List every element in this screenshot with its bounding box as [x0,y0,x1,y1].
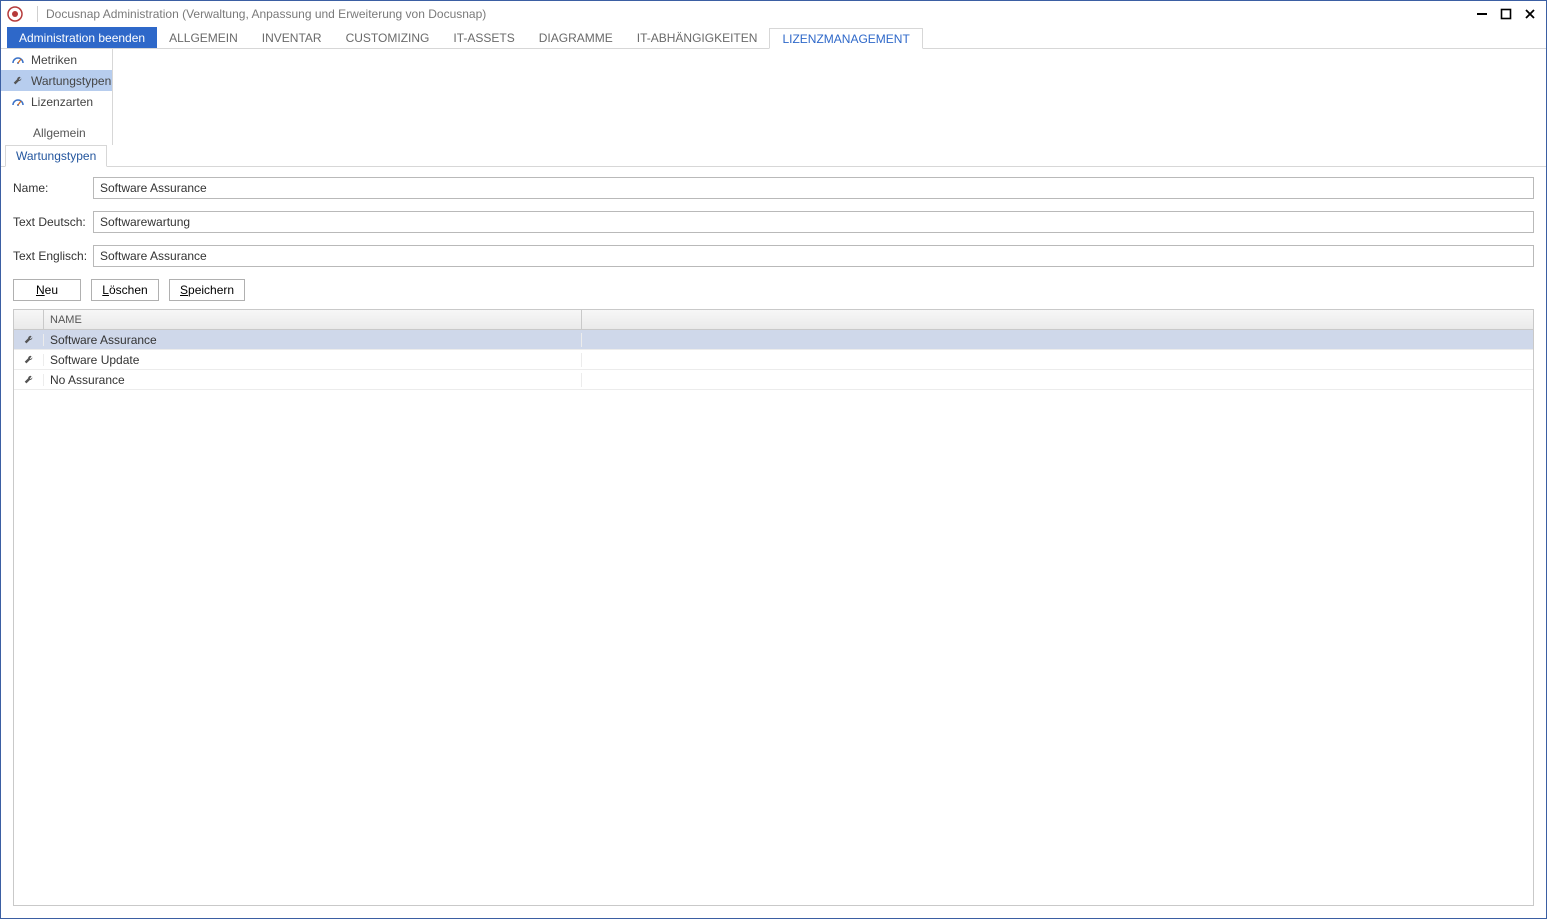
sidebar-item-wartungstypen[interactable]: Wartungstypen [1,70,112,91]
titlebar-separator [37,6,38,22]
sidebar-item-metriken[interactable]: Metriken [1,49,112,70]
input-name[interactable] [93,177,1534,199]
ribbon-tab-lizenzmanagement[interactable]: LIZENZMANAGEMENT [769,28,922,49]
grid-cell-name: Software Update [44,353,582,367]
sidebar-item-label: Metriken [31,53,77,67]
ribbon-tab-allgemein[interactable]: ALLGEMEIN [157,27,250,48]
ribbon-tab-it-abhaengigkeiten[interactable]: IT-ABHÄNGIGKEITEN [625,27,770,48]
label-text-de: Text Deutsch: [13,215,93,229]
app-window: Docusnap Administration (Verwaltung, Anp… [0,0,1547,919]
ribbon-tab-inventar[interactable]: INVENTAR [250,27,334,48]
ribbon-tabs: Administration beenden ALLGEMEIN INVENTA… [1,27,1546,49]
input-text-de[interactable] [93,211,1534,233]
sidebar-item-label: Wartungstypen [31,74,111,88]
data-grid: NAME Software Assurance Software Update [13,309,1534,906]
gauge-icon [11,53,25,67]
grid-header-name[interactable]: NAME [44,310,582,329]
sidebar-item-lizenzarten[interactable]: Lizenzarten [1,91,112,112]
grid-body: Software Assurance Software Update No As… [14,330,1533,905]
window-title: Docusnap Administration (Verwaltung, Anp… [46,7,486,21]
maximize-button[interactable] [1494,4,1518,24]
grid-header-icon-col[interactable] [14,310,44,329]
wrench-icon [14,334,44,346]
grid-cell-name: Software Assurance [44,333,582,347]
form-area: Name: Text Deutsch: Text Englisch: Neu L… [1,167,1546,309]
label-name: Name: [13,181,93,195]
close-button[interactable] [1518,4,1542,24]
ribbon-primary-button[interactable]: Administration beenden [7,27,157,48]
sidebar-item-label: Lizenzarten [31,95,93,109]
wrench-icon [14,354,44,366]
gauge-icon [11,95,25,109]
window-controls [1470,4,1542,24]
table-row[interactable]: Software Assurance [14,330,1533,350]
subtab-bar: Wartungstypen [1,145,1546,167]
grid-cell-name: No Assurance [44,373,582,387]
label-text-en: Text Englisch: [13,249,93,263]
sidebar: Metriken Wartungstypen Lizenzarten Allge… [1,49,113,145]
input-text-en[interactable] [93,245,1534,267]
ribbon-tab-diagramme[interactable]: DIAGRAMME [527,27,625,48]
app-icon [7,6,23,22]
save-button[interactable]: Speichern [169,279,245,301]
grid-header: NAME [14,310,1533,330]
titlebar: Docusnap Administration (Verwaltung, Anp… [1,1,1546,27]
table-row[interactable]: No Assurance [14,370,1533,390]
grid-header-empty [582,310,1533,329]
ribbon-tab-it-assets[interactable]: IT-ASSETS [441,27,526,48]
subtab-wartungstypen[interactable]: Wartungstypen [5,145,107,167]
wrench-icon [11,74,25,88]
sidebar-group-label: Allgemein [1,122,112,143]
ribbon-tab-customizing[interactable]: CUSTOMIZING [334,27,442,48]
table-row[interactable]: Software Update [14,350,1533,370]
delete-button[interactable]: Löschen [91,279,159,301]
minimize-button[interactable] [1470,4,1494,24]
wrench-icon [14,374,44,386]
new-button[interactable]: Neu [13,279,81,301]
